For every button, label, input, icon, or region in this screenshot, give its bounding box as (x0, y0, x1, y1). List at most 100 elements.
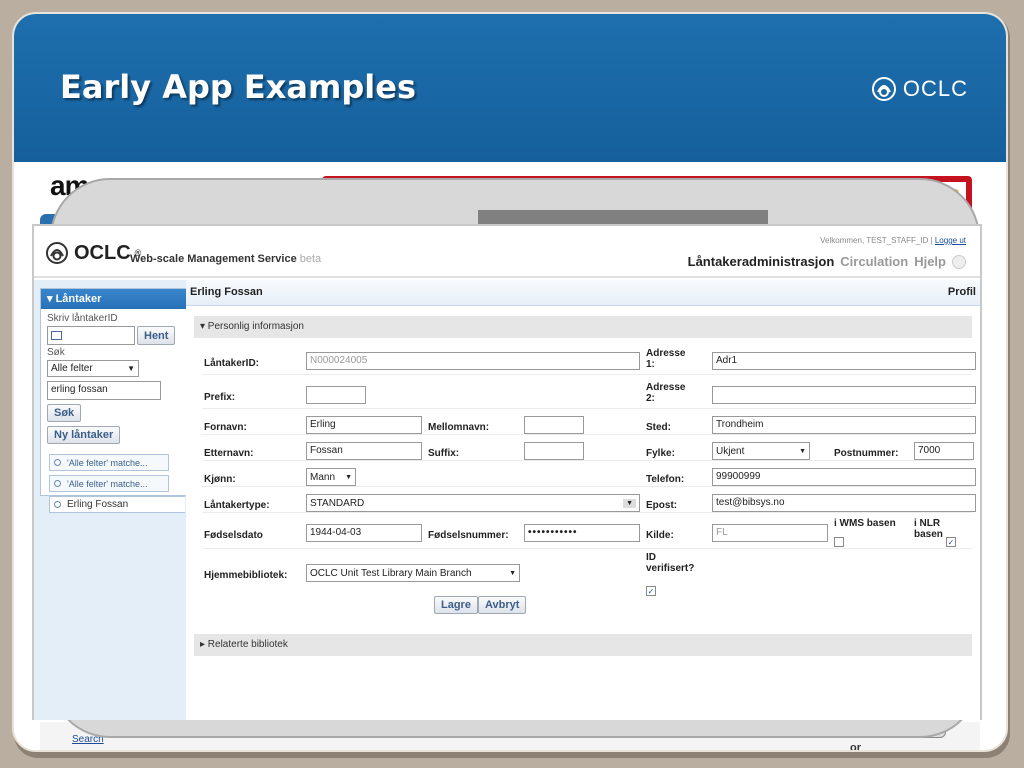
save-button[interactable]: Lagre (434, 596, 478, 614)
email-field[interactable]: test@bibsys.no (712, 494, 976, 512)
search-result-selected[interactable]: Erling Fossan (49, 496, 185, 513)
fetch-button[interactable]: Hent (137, 326, 176, 345)
patron-panel-title[interactable]: ▾ Låntaker (41, 289, 186, 309)
card-icon (51, 331, 62, 340)
source-field[interactable]: FL (712, 524, 828, 542)
main-panel: Erling Fossan Profil ▾ Personlig informa… (186, 280, 980, 720)
profile-link[interactable]: Profil (948, 286, 976, 299)
phone-label: Telefon: (646, 474, 685, 485)
gender-value: Mann (310, 471, 336, 483)
row-divider (202, 434, 972, 435)
source-label: Kilde: (646, 530, 674, 541)
section-related-libraries[interactable]: ▸ Relaterte bibliotek (194, 634, 972, 656)
result-label: Erling Fossan (67, 499, 129, 510)
row-divider (202, 374, 972, 375)
phone-field[interactable]: 99900999 (712, 468, 976, 486)
suffix-label: Suffix: (428, 448, 460, 459)
id-verified-checkbox[interactable]: ✓ (646, 586, 656, 596)
city-label: Sted: (646, 422, 671, 433)
prefix-label: Prefix: (204, 392, 236, 403)
gender-select[interactable]: Mann ▼ (306, 468, 356, 486)
patron-id-field-label: LåntakerID: (204, 358, 260, 369)
welcome-message: Velkommen, TEST_STAFF_ID | (820, 236, 933, 245)
address1-field[interactable]: Adr1 (712, 352, 976, 370)
left-panel: ▾ Låntaker Skriv låntakerID Hent Søk All… (34, 280, 186, 720)
row-divider (202, 460, 972, 461)
middle-name-field[interactable] (524, 416, 584, 434)
prefix-field[interactable] (306, 386, 366, 404)
patron-type-label: Låntakertype: (204, 500, 270, 511)
address2-label: Adresse 2: (646, 382, 686, 404)
welcome-text: Velkommen, TEST_STAFF_ID | Logge ut (820, 236, 966, 245)
gender-label: Kjønn: (204, 474, 236, 485)
new-patron-button[interactable]: Ny låntaker (47, 426, 121, 444)
field-select[interactable]: Alle felter ▼ (47, 360, 139, 377)
app-logo-text: OCLC (74, 241, 131, 264)
birth-date-field[interactable]: 1944-04-03 (306, 524, 422, 542)
search-results: 'Alle felter' matche... 'Alle felter' ma… (41, 454, 186, 513)
oclc-logo-text: OCLC (902, 76, 968, 101)
patron-type-value: STANDARD (310, 497, 365, 509)
slide-header: Early App Examples OCLC (14, 14, 1006, 162)
first-name-label: Fornavn: (204, 422, 247, 433)
nav-help[interactable]: Hjelp (914, 254, 946, 269)
county-label: Fylke: (646, 448, 675, 459)
city-field[interactable]: Trondheim (712, 416, 976, 434)
nav-circulation[interactable]: Circulation (840, 254, 908, 269)
oclc-logo: OCLC (869, 74, 968, 104)
address2-field[interactable] (712, 386, 976, 404)
slide-title: Early App Examples (60, 68, 416, 106)
chevron-down-icon: ▼ (623, 498, 636, 508)
search-button[interactable]: Søk (47, 404, 82, 422)
search-result-item[interactable]: 'Alle felter' matche... (49, 454, 169, 471)
postal-field[interactable]: 7000 (914, 442, 974, 460)
birth-number-label: Fødselsnummer: (428, 530, 509, 541)
patron-id-input[interactable] (47, 326, 135, 345)
row-divider (202, 548, 972, 549)
beta-label: beta (299, 253, 322, 265)
last-name-field[interactable]: Fossan (306, 442, 422, 460)
patron-name: Erling Fossan (190, 286, 263, 298)
id-verified-label: ID verifisert? (646, 552, 695, 574)
search-button-row: Søk (47, 404, 186, 422)
first-name-field[interactable]: Erling (306, 416, 422, 434)
result-bullet-icon (54, 501, 61, 508)
nav-patron-admin[interactable]: Låntakeradministrasjon (688, 254, 835, 269)
patron-id-label: Skriv låntakerID (47, 313, 118, 324)
patron-id-field[interactable]: N000024005 (306, 352, 640, 370)
home-library-label: Hjemmebibliotek: (204, 570, 288, 581)
app-header: OCLC ® Web-scale Management Service beta … (34, 226, 980, 278)
patron-id-row: Hent (47, 326, 186, 345)
logout-link[interactable]: Logge ut (935, 236, 966, 245)
home-library-select[interactable]: OCLC Unit Test Library Main Branch ▼ (306, 564, 520, 582)
personal-form: LåntakerID: Prefix: Fornavn: Mellomnavn:… (186, 342, 980, 642)
search-label: Søk (47, 347, 65, 358)
patron-search-box: ▾ Låntaker Skriv låntakerID Hent Søk All… (40, 288, 186, 513)
suffix-field[interactable] (524, 442, 584, 460)
help-circle-icon[interactable] (952, 254, 966, 269)
birth-number-field[interactable]: ••••••••••• (524, 524, 640, 542)
row-divider (202, 408, 972, 409)
wms-checkbox[interactable] (834, 537, 844, 547)
row-divider (202, 486, 972, 487)
oclc-app-logo-icon (46, 242, 68, 264)
patron-header-bar: Erling Fossan Profil (186, 280, 980, 306)
result-bullet-icon (54, 459, 61, 466)
address1-label: Adresse 1: (646, 348, 686, 370)
county-select[interactable]: Ukjent ▼ (712, 442, 810, 460)
search-input[interactable]: erling fossan (47, 381, 161, 400)
search-result-item[interactable]: 'Alle felter' matche... (49, 475, 169, 492)
patron-type-select[interactable]: STANDARD ▼ (306, 494, 640, 512)
nlr-checkbox[interactable]: ✓ (946, 537, 956, 547)
oclc-logo-icon (871, 77, 896, 101)
section-personal-info[interactable]: ▾ Personlig informasjon (194, 316, 972, 338)
home-library-value: OCLC Unit Test Library Main Branch (310, 567, 472, 579)
cancel-button[interactable]: Avbryt (478, 596, 527, 614)
field-select-value: Alle felter (51, 363, 93, 374)
field-select-row: Alle felter ▼ (47, 360, 186, 377)
middle-name-label: Mellomnavn: (428, 422, 490, 433)
result-bullet-icon (54, 480, 61, 487)
new-patron-row: Ny låntaker (47, 426, 186, 444)
chevron-down-icon: ▼ (127, 364, 135, 373)
wms-app-window: OCLC ® Web-scale Management Service beta … (32, 224, 982, 720)
